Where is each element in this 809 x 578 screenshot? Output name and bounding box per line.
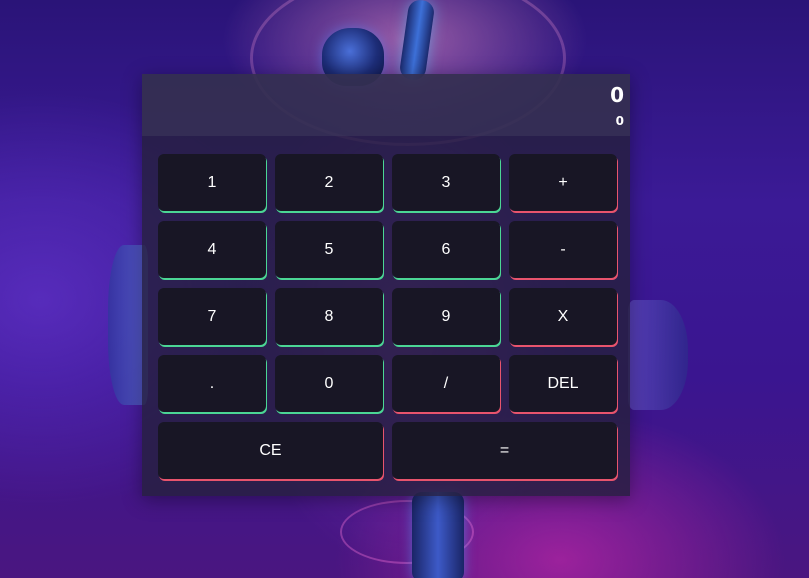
key-5[interactable]: 5 [275, 221, 383, 278]
calculator: 0 0 1 2 3 + 4 5 6 - 7 8 9 X . 0 / DEL CE… [142, 74, 630, 496]
background-hero-right-wing [628, 300, 688, 410]
background-hero-leg [412, 492, 464, 578]
clear-button[interactable]: CE [158, 422, 383, 479]
multiply-button[interactable]: X [509, 288, 617, 345]
key-3[interactable]: 3 [392, 154, 500, 211]
minus-button[interactable]: - [509, 221, 617, 278]
key-7[interactable]: 7 [158, 288, 266, 345]
equals-button[interactable]: = [392, 422, 617, 479]
key-6[interactable]: 6 [392, 221, 500, 278]
key-9[interactable]: 9 [392, 288, 500, 345]
plus-button[interactable]: + [509, 154, 617, 211]
decimal-button[interactable]: . [158, 355, 266, 412]
previous-value: 0 [615, 114, 624, 128]
key-4[interactable]: 4 [158, 221, 266, 278]
key-2[interactable]: 2 [275, 154, 383, 211]
key-8[interactable]: 8 [275, 288, 383, 345]
keypad: 1 2 3 + 4 5 6 - 7 8 9 X . 0 / DEL CE = [158, 154, 617, 479]
key-1[interactable]: 1 [158, 154, 266, 211]
delete-button[interactable]: DEL [509, 355, 617, 412]
background-hero-arm [398, 0, 436, 82]
background-glow-ring [340, 500, 474, 564]
divide-button[interactable]: / [392, 355, 500, 412]
key-0[interactable]: 0 [275, 355, 383, 412]
calculator-display: 0 0 [142, 74, 630, 136]
current-value: 0 [610, 83, 624, 107]
